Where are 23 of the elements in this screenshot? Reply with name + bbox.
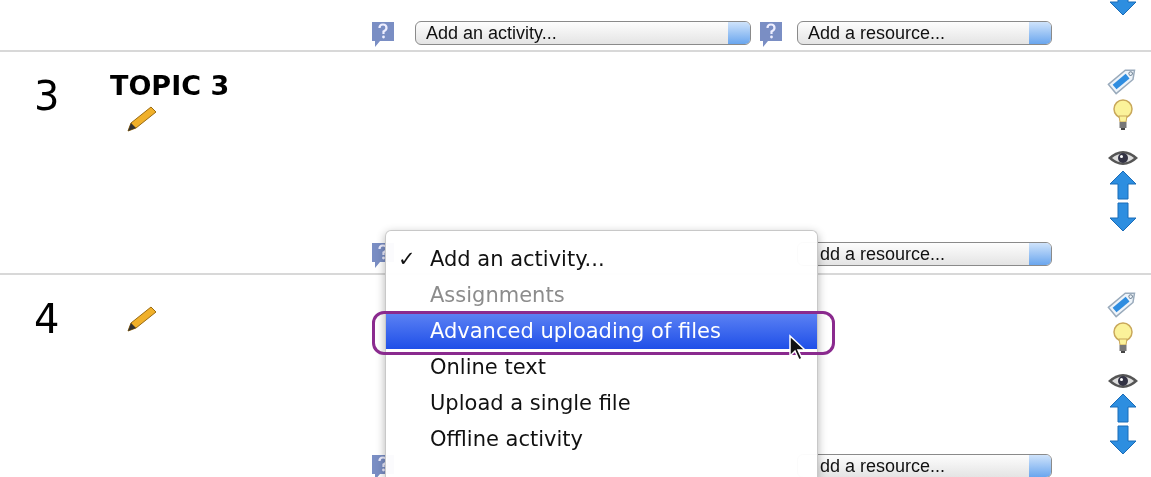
menu-item[interactable]: Upload a single file	[386, 385, 817, 421]
mouse-cursor-icon	[788, 334, 808, 362]
pencil-icon[interactable]	[124, 305, 158, 335]
eye-icon[interactable]	[1107, 371, 1139, 391]
menu-item[interactable]: Offline activity	[386, 421, 817, 457]
section-number: 4	[33, 295, 61, 339]
eye-icon[interactable]	[1107, 148, 1139, 168]
activity-dropdown[interactable]: Add an activity...	[415, 21, 751, 45]
check-mark: ✓	[398, 246, 416, 273]
down-arrow-icon[interactable]	[1109, 425, 1137, 455]
pencil-icon[interactable]	[124, 105, 158, 135]
menu-item[interactable]: Advanced uploading of files	[386, 313, 817, 349]
section-title: TOPIC 3	[110, 72, 230, 99]
help-icon[interactable]	[759, 20, 783, 48]
section-number: 3	[33, 72, 61, 116]
up-arrow-icon[interactable]	[1109, 170, 1137, 200]
resource-dropdown[interactable]: Add a resource...	[797, 21, 1052, 45]
menu-group-label: Assignments	[429, 282, 566, 309]
lightbulb-icon[interactable]	[1111, 321, 1135, 355]
help-icon[interactable]	[371, 20, 395, 48]
up-arrow-icon[interactable]	[1109, 393, 1137, 423]
lightbulb-icon[interactable]	[1111, 98, 1135, 132]
down-arrow-icon[interactable]	[1109, 202, 1137, 232]
